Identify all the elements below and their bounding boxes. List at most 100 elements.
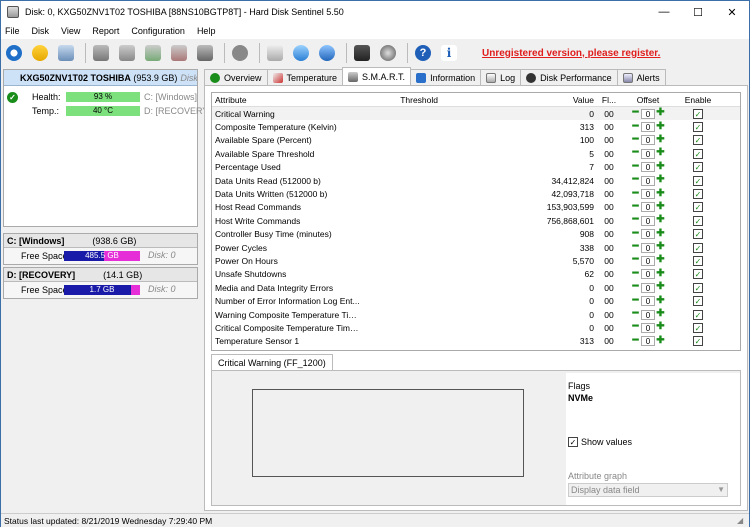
table-row[interactable]: Host Read Commands 153,903,599 00 ━ 0 ✚ ✓ bbox=[212, 201, 740, 214]
enable-checkbox[interactable]: ✓ bbox=[693, 108, 703, 119]
offset-input[interactable]: 0 bbox=[641, 229, 655, 240]
table-row[interactable]: Power Cycles 338 00 ━ 0 ✚ ✓ bbox=[212, 241, 740, 254]
offset-input[interactable]: 0 bbox=[641, 122, 655, 133]
disk-tool-3-button[interactable] bbox=[142, 42, 164, 64]
enable-checkbox[interactable]: ✓ bbox=[693, 282, 703, 293]
sync-button[interactable] bbox=[290, 42, 312, 64]
table-row[interactable]: Number of Error Information Log Ent... 0 0… bbox=[212, 294, 740, 307]
maximize-button[interactable]: ☐ bbox=[681, 1, 715, 23]
table-row[interactable]: Controller Busy Time (minutes) 908 00 ━ 0 ✚ ✓ bbox=[212, 228, 740, 241]
tab-information[interactable]: Information bbox=[410, 69, 482, 85]
minus-icon[interactable]: ━ bbox=[631, 228, 640, 239]
offset-input[interactable]: 0 bbox=[641, 148, 655, 159]
menu-disk[interactable]: Disk bbox=[26, 26, 56, 36]
plus-icon[interactable]: ✚ bbox=[656, 335, 665, 346]
offset-input[interactable]: 0 bbox=[641, 296, 655, 307]
about-button[interactable]: i bbox=[438, 42, 460, 64]
minus-icon[interactable]: ━ bbox=[631, 295, 640, 306]
enable-checkbox[interactable]: ✓ bbox=[693, 309, 703, 320]
header-threshold[interactable]: Threshold bbox=[362, 95, 444, 105]
offset-input[interactable]: 0 bbox=[641, 255, 655, 266]
plus-icon[interactable]: ✚ bbox=[656, 282, 665, 292]
table-row[interactable]: Critical Composite Temperature Time ... 0… bbox=[212, 321, 740, 334]
minus-icon[interactable]: ━ bbox=[631, 175, 640, 185]
smart-grid[interactable]: Attribute Threshold Value Fl... Offset E… bbox=[211, 92, 741, 351]
plus-icon[interactable]: ✚ bbox=[656, 108, 665, 118]
offset-input[interactable]: 0 bbox=[641, 175, 655, 186]
table-row[interactable]: Percentage Used 7 00 ━ 0 ✚ ✓ bbox=[212, 161, 740, 174]
plus-icon[interactable]: ✚ bbox=[656, 295, 665, 306]
menu-report[interactable]: Report bbox=[86, 26, 125, 36]
table-row[interactable]: Power On Hours 5,570 00 ━ 0 ✚ ✓ bbox=[212, 254, 740, 267]
offset-input[interactable]: 0 bbox=[641, 242, 655, 253]
minus-icon[interactable]: ━ bbox=[631, 161, 640, 172]
minus-icon[interactable]: ━ bbox=[631, 322, 640, 332]
tab-disk-performance[interactable]: Disk Performance bbox=[520, 69, 618, 85]
table-row[interactable]: Warning Composite Temperature Tim... 0 00 ━… bbox=[212, 308, 740, 321]
alert-button[interactable] bbox=[29, 42, 51, 64]
network-button[interactable] bbox=[316, 42, 338, 64]
enable-checkbox[interactable]: ✓ bbox=[693, 148, 703, 159]
plus-icon[interactable]: ✚ bbox=[656, 161, 665, 172]
report-button[interactable] bbox=[55, 42, 77, 64]
volume-d-panel[interactable]: D: [RECOVERY] (14.1 GB) Free Space 1.7 G… bbox=[3, 267, 198, 299]
enable-checkbox[interactable]: ✓ bbox=[693, 242, 703, 253]
plus-icon[interactable]: ✚ bbox=[656, 242, 665, 252]
header-enable[interactable]: Enable bbox=[678, 95, 718, 105]
table-row[interactable]: Composite Temperature (Kelvin) 313 00 ━ 0 ✚ ✓ bbox=[212, 120, 740, 133]
offset-input[interactable]: 0 bbox=[641, 309, 655, 320]
offset-input[interactable]: 0 bbox=[641, 108, 655, 119]
offset-input[interactable]: 0 bbox=[641, 336, 655, 347]
plus-icon[interactable]: ✚ bbox=[656, 309, 665, 319]
refresh-button[interactable] bbox=[3, 42, 25, 64]
header-flags[interactable]: Fl... bbox=[596, 95, 622, 105]
offset-input[interactable]: 0 bbox=[641, 202, 655, 213]
minus-icon[interactable]: ━ bbox=[631, 134, 640, 145]
header-value[interactable]: Value bbox=[444, 95, 596, 105]
resize-grip-icon[interactable]: ◢ bbox=[737, 516, 747, 526]
display-field-select[interactable]: Display data field ▼ bbox=[568, 483, 728, 497]
menu-view[interactable]: View bbox=[55, 26, 86, 36]
disk-panel[interactable]: KXG50ZNV1T02 TOSHIBA (953.9 GB)Disk: 0 ✓… bbox=[3, 69, 211, 227]
tab-alerts[interactable]: Alerts bbox=[616, 69, 666, 85]
enable-checkbox[interactable]: ✓ bbox=[693, 229, 703, 240]
table-row[interactable]: Critical Warning 0 00 ━ 0 ✚ ✓ bbox=[212, 107, 740, 121]
offset-input[interactable]: 0 bbox=[641, 269, 655, 280]
plus-icon[interactable]: ✚ bbox=[656, 175, 665, 185]
minus-icon[interactable]: ━ bbox=[631, 215, 640, 225]
enable-checkbox[interactable]: ✓ bbox=[693, 202, 703, 213]
tab-overview[interactable]: Overview bbox=[204, 69, 268, 85]
help-button[interactable]: ? bbox=[412, 42, 434, 64]
plus-icon[interactable]: ✚ bbox=[656, 255, 665, 265]
enable-checkbox[interactable]: ✓ bbox=[693, 336, 703, 347]
enable-checkbox[interactable]: ✓ bbox=[693, 175, 703, 186]
minus-icon[interactable]: ━ bbox=[631, 335, 640, 346]
offset-input[interactable]: 0 bbox=[641, 322, 655, 333]
minus-icon[interactable]: ━ bbox=[631, 309, 640, 319]
plus-icon[interactable]: ✚ bbox=[656, 188, 665, 199]
header-attribute[interactable]: Attribute bbox=[212, 95, 362, 105]
plus-icon[interactable]: ✚ bbox=[656, 201, 665, 212]
menu-help[interactable]: Help bbox=[191, 26, 222, 36]
table-row[interactable]: Available Spare Threshold 5 00 ━ 0 ✚ ✓ bbox=[212, 147, 740, 160]
plus-icon[interactable]: ✚ bbox=[656, 268, 665, 279]
close-button[interactable]: ✕ bbox=[715, 1, 749, 23]
table-row[interactable]: Data Units Written (512000 b) 42,093,718 0… bbox=[212, 187, 740, 200]
menu-file[interactable]: File bbox=[1, 26, 26, 36]
enable-checkbox[interactable]: ✓ bbox=[693, 296, 703, 307]
preferences-button[interactable] bbox=[351, 42, 373, 64]
table-row[interactable]: Data Units Read (512000 b) 34,412,824 00 ━ 0… bbox=[212, 174, 740, 187]
volume-c-panel[interactable]: C: [Windows] (938.6 GB) Free Space 485.5… bbox=[3, 233, 198, 265]
table-row[interactable]: Host Write Commands 756,868,601 00 ━ 0 ✚ ✓ bbox=[212, 214, 740, 227]
minus-icon[interactable]: ━ bbox=[631, 242, 640, 252]
menu-configuration[interactable]: Configuration bbox=[125, 26, 191, 36]
enable-checkbox[interactable]: ✓ bbox=[693, 269, 703, 280]
minus-icon[interactable]: ━ bbox=[631, 282, 640, 292]
enable-checkbox[interactable]: ✓ bbox=[693, 122, 703, 133]
disk-tool-2-button[interactable] bbox=[116, 42, 138, 64]
plus-icon[interactable]: ✚ bbox=[656, 134, 665, 145]
disk-tool-5-button[interactable] bbox=[194, 42, 216, 64]
minus-icon[interactable]: ━ bbox=[631, 148, 640, 158]
enable-checkbox[interactable]: ✓ bbox=[693, 215, 703, 226]
minus-icon[interactable]: ━ bbox=[631, 108, 640, 118]
